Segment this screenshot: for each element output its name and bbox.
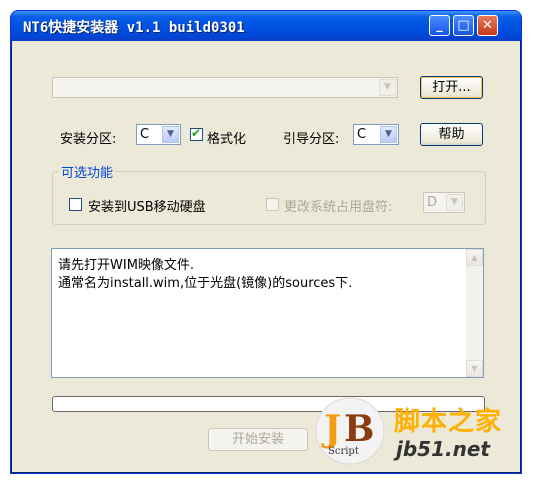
start-install-button[interactable]: 开始安装 [208, 428, 308, 451]
boot-partition-select[interactable]: C ▼ [353, 124, 399, 145]
chevron-down-icon[interactable]: ▼ [162, 126, 179, 143]
chevron-down-icon[interactable]: ▼ [379, 79, 396, 96]
minimize-icon: _ [436, 18, 443, 33]
change-drive-letter-label: 更改系统占用盘符: [284, 200, 393, 215]
install-partition-label: 安装分区: [60, 132, 117, 147]
message-line: 请先打开WIM映像文件. [58, 258, 195, 273]
optional-features-title: 可选功能 [59, 162, 116, 181]
format-checkbox[interactable]: ✔ [190, 126, 203, 141]
message-line: 通常名为install.wim,位于光盘(镜像)的sources下. [58, 276, 353, 291]
svg-text:J: J [321, 408, 341, 450]
site-domain: jb51.net [396, 437, 490, 461]
vertical-scrollbar[interactable]: ▲ ▼ [466, 249, 483, 377]
title-bar[interactable]: NT6快捷安装器 v1.1 build0301 _ □ ✕ [11, 11, 521, 41]
maximize-icon: □ [457, 18, 470, 33]
format-label: 格式化 [207, 132, 247, 147]
minimize-button[interactable]: _ [429, 15, 450, 36]
boot-partition-label: 引导分区: [283, 132, 340, 147]
close-icon: ✕ [482, 18, 493, 33]
optional-features-group: 可选功能 安装到USB移动硬盘 更改系统占用盘符: D ▼ [52, 162, 486, 225]
change-drive-letter-checkbox[interactable] [266, 198, 279, 211]
usb-install-checkbox[interactable] [69, 198, 82, 211]
site-name-cn: 脚本之家 [394, 407, 503, 437]
chevron-down-icon[interactable]: ▼ [446, 194, 463, 211]
usb-install-label: 安装到USB移动硬盘 [88, 200, 206, 215]
script-label: Script [328, 446, 359, 457]
site-watermark: J B Script 脚本之家 jb51.net [312, 395, 526, 467]
chevron-down-icon[interactable]: ▼ [380, 126, 397, 143]
window-title: NT6快捷安装器 v1.1 build0301 [23, 20, 245, 36]
scroll-up-icon[interactable]: ▲ [466, 249, 483, 266]
drive-letter-select[interactable]: D ▼ [423, 192, 465, 213]
help-button[interactable]: 帮助 [420, 123, 483, 146]
drive-letter-value: D [427, 195, 438, 210]
open-button[interactable]: 打开... [420, 76, 483, 99]
install-partition-select[interactable]: C ▼ [136, 124, 181, 145]
maximize-button[interactable]: □ [453, 15, 474, 36]
checkmark-icon: ✔ [191, 126, 202, 140]
svg-text:B: B [344, 408, 374, 450]
scroll-down-icon[interactable]: ▼ [466, 360, 483, 377]
message-textarea[interactable]: 请先打开WIM映像文件. 通常名为install.wim,位于光盘(镜像)的so… [51, 248, 484, 378]
boot-partition-value: C [357, 127, 367, 142]
install-partition-value: C [140, 127, 150, 142]
wim-path-combobox[interactable]: ▼ [52, 77, 398, 98]
close-button[interactable]: ✕ [477, 15, 498, 36]
